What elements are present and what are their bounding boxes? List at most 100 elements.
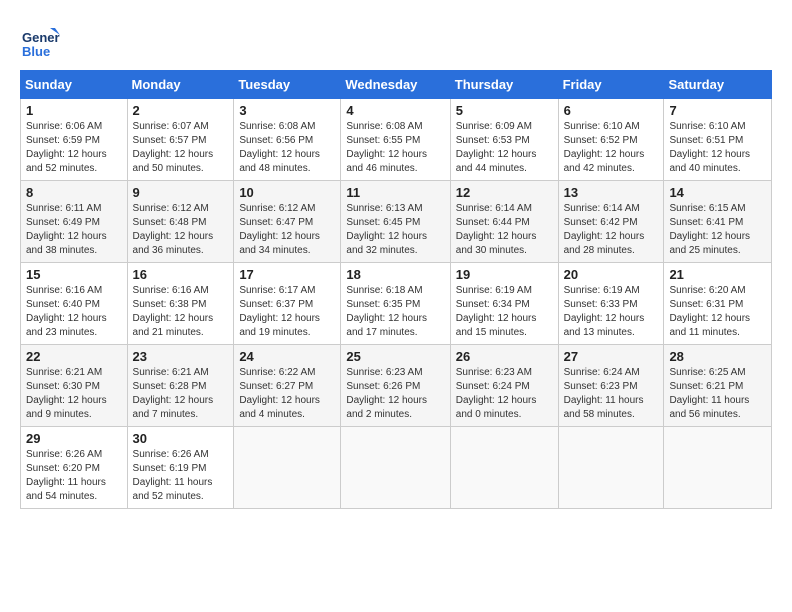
day-detail: Sunrise: 6:23 AMSunset: 6:24 PMDaylight:… <box>456 366 553 422</box>
calendar-cell: 26 Sunrise: 6:23 AMSunset: 6:24 PMDayligh… <box>450 345 558 427</box>
day-detail: Sunrise: 6:08 AMSunset: 6:55 PMDaylight:… <box>346 120 444 176</box>
calendar-cell: 20 Sunrise: 6:19 AMSunset: 6:33 PMDayligh… <box>558 263 664 345</box>
svg-text:Blue: Blue <box>22 44 50 59</box>
calendar-cell: 5 Sunrise: 6:09 AMSunset: 6:53 PMDaylight… <box>450 99 558 181</box>
day-number: 2 <box>133 103 229 118</box>
calendar-cell: 10Sunrise: 6:12 AMSunset: 6:47 PMDayligh… <box>234 181 341 263</box>
day-detail: Sunrise: 6:14 AMSunset: 6:44 PMDaylight:… <box>456 202 553 258</box>
day-detail: Sunrise: 6:25 AMSunset: 6:21 PMDaylight:… <box>669 366 766 422</box>
day-number: 8 <box>26 185 122 200</box>
day-detail: Sunrise: 6:26 AMSunset: 6:19 PMDaylight:… <box>133 448 229 504</box>
calendar-cell: 1 Sunrise: 6:06 AMSunset: 6:59 PMDaylight… <box>21 99 128 181</box>
calendar-cell: 4 Sunrise: 6:08 AMSunset: 6:55 PMDaylight… <box>341 99 450 181</box>
column-header-wednesday: Wednesday <box>341 71 450 99</box>
day-detail: Sunrise: 6:21 AMSunset: 6:28 PMDaylight:… <box>133 366 229 422</box>
column-header-saturday: Saturday <box>664 71 772 99</box>
logo: General Blue <box>20 20 64 60</box>
day-detail: Sunrise: 6:14 AMSunset: 6:42 PMDaylight:… <box>564 202 659 258</box>
calendar-cell: 15 Sunrise: 6:16 AMSunset: 6:40 PMDayligh… <box>21 263 128 345</box>
day-number: 18 <box>346 267 444 282</box>
day-detail: Sunrise: 6:16 AMSunset: 6:38 PMDaylight:… <box>133 284 229 340</box>
day-number: 12 <box>456 185 553 200</box>
day-number: 19 <box>456 267 553 282</box>
calendar-cell: 17 Sunrise: 6:17 AMSunset: 6:37 PMDayligh… <box>234 263 341 345</box>
calendar-table: SundayMondayTuesdayWednesdayThursdayFrid… <box>20 70 772 509</box>
day-detail: Sunrise: 6:18 AMSunset: 6:35 PMDaylight:… <box>346 284 444 340</box>
calendar-cell: 29Sunrise: 6:26 AMSunset: 6:20 PMDayligh… <box>21 427 128 509</box>
day-number: 4 <box>346 103 444 118</box>
day-number: 22 <box>26 349 122 364</box>
calendar-week-2: 8 Sunrise: 6:11 AMSunset: 6:49 PMDaylight… <box>21 181 772 263</box>
day-detail: Sunrise: 6:17 AMSunset: 6:37 PMDaylight:… <box>239 284 335 340</box>
day-detail: Sunrise: 6:10 AMSunset: 6:52 PMDaylight:… <box>564 120 659 176</box>
day-detail: Sunrise: 6:16 AMSunset: 6:40 PMDaylight:… <box>26 284 122 340</box>
calendar-cell: 19 Sunrise: 6:19 AMSunset: 6:34 PMDayligh… <box>450 263 558 345</box>
day-detail: Sunrise: 6:21 AMSunset: 6:30 PMDaylight:… <box>26 366 122 422</box>
day-detail: Sunrise: 6:15 AMSunset: 6:41 PMDaylight:… <box>669 202 766 258</box>
day-number: 11 <box>346 185 444 200</box>
logo-icon: General Blue <box>20 20 60 60</box>
page-header: General Blue <box>20 20 772 60</box>
day-detail: Sunrise: 6:19 AMSunset: 6:33 PMDaylight:… <box>564 284 659 340</box>
calendar-cell <box>664 427 772 509</box>
calendar-cell: 24Sunrise: 6:22 AMSunset: 6:27 PMDayligh… <box>234 345 341 427</box>
day-number: 5 <box>456 103 553 118</box>
day-number: 17 <box>239 267 335 282</box>
calendar-week-5: 29Sunrise: 6:26 AMSunset: 6:20 PMDayligh… <box>21 427 772 509</box>
day-detail: Sunrise: 6:11 AMSunset: 6:49 PMDaylight:… <box>26 202 122 258</box>
day-number: 6 <box>564 103 659 118</box>
day-detail: Sunrise: 6:12 AMSunset: 6:47 PMDaylight:… <box>239 202 335 258</box>
calendar-cell: 22 Sunrise: 6:21 AMSunset: 6:30 PMDayligh… <box>21 345 128 427</box>
day-number: 28 <box>669 349 766 364</box>
calendar-cell: 21Sunrise: 6:20 AMSunset: 6:31 PMDayligh… <box>664 263 772 345</box>
day-detail: Sunrise: 6:20 AMSunset: 6:31 PMDaylight:… <box>669 284 766 340</box>
day-detail: Sunrise: 6:22 AMSunset: 6:27 PMDaylight:… <box>239 366 335 422</box>
calendar-cell: 27 Sunrise: 6:24 AMSunset: 6:23 PMDayligh… <box>558 345 664 427</box>
day-number: 9 <box>133 185 229 200</box>
day-detail: Sunrise: 6:06 AMSunset: 6:59 PMDaylight:… <box>26 120 122 176</box>
day-number: 25 <box>346 349 444 364</box>
day-detail: Sunrise: 6:09 AMSunset: 6:53 PMDaylight:… <box>456 120 553 176</box>
calendar-cell: 30 Sunrise: 6:26 AMSunset: 6:19 PMDayligh… <box>127 427 234 509</box>
calendar-cell: 3 Sunrise: 6:08 AMSunset: 6:56 PMDaylight… <box>234 99 341 181</box>
calendar-cell: 9 Sunrise: 6:12 AMSunset: 6:48 PMDaylight… <box>127 181 234 263</box>
calendar-cell: 12 Sunrise: 6:14 AMSunset: 6:44 PMDayligh… <box>450 181 558 263</box>
day-number: 3 <box>239 103 335 118</box>
day-number: 15 <box>26 267 122 282</box>
calendar-cell <box>558 427 664 509</box>
day-number: 20 <box>564 267 659 282</box>
calendar-cell: 18 Sunrise: 6:18 AMSunset: 6:35 PMDayligh… <box>341 263 450 345</box>
calendar-cell: 28 Sunrise: 6:25 AMSunset: 6:21 PMDayligh… <box>664 345 772 427</box>
column-header-sunday: Sunday <box>21 71 128 99</box>
calendar-cell: 6 Sunrise: 6:10 AMSunset: 6:52 PMDaylight… <box>558 99 664 181</box>
calendar-cell: 7Sunrise: 6:10 AMSunset: 6:51 PMDaylight… <box>664 99 772 181</box>
day-number: 7 <box>669 103 766 118</box>
day-detail: Sunrise: 6:08 AMSunset: 6:56 PMDaylight:… <box>239 120 335 176</box>
day-detail: Sunrise: 6:13 AMSunset: 6:45 PMDaylight:… <box>346 202 444 258</box>
calendar-cell: 25Sunrise: 6:23 AMSunset: 6:26 PMDayligh… <box>341 345 450 427</box>
day-number: 26 <box>456 349 553 364</box>
day-number: 27 <box>564 349 659 364</box>
day-detail: Sunrise: 6:19 AMSunset: 6:34 PMDaylight:… <box>456 284 553 340</box>
day-number: 16 <box>133 267 229 282</box>
calendar-cell <box>234 427 341 509</box>
calendar-week-4: 22 Sunrise: 6:21 AMSunset: 6:30 PMDayligh… <box>21 345 772 427</box>
day-number: 13 <box>564 185 659 200</box>
calendar-header-row: SundayMondayTuesdayWednesdayThursdayFrid… <box>21 71 772 99</box>
calendar-week-1: 1 Sunrise: 6:06 AMSunset: 6:59 PMDaylight… <box>21 99 772 181</box>
calendar-cell: 2 Sunrise: 6:07 AMSunset: 6:57 PMDaylight… <box>127 99 234 181</box>
calendar-cell: 14Sunrise: 6:15 AMSunset: 6:41 PMDayligh… <box>664 181 772 263</box>
day-detail: Sunrise: 6:12 AMSunset: 6:48 PMDaylight:… <box>133 202 229 258</box>
day-number: 30 <box>133 431 229 446</box>
day-number: 1 <box>26 103 122 118</box>
svg-text:General: General <box>22 30 60 45</box>
column-header-monday: Monday <box>127 71 234 99</box>
column-header-friday: Friday <box>558 71 664 99</box>
calendar-cell: 13 Sunrise: 6:14 AMSunset: 6:42 PMDayligh… <box>558 181 664 263</box>
calendar-cell <box>450 427 558 509</box>
calendar-week-3: 15 Sunrise: 6:16 AMSunset: 6:40 PMDayligh… <box>21 263 772 345</box>
day-detail: Sunrise: 6:24 AMSunset: 6:23 PMDaylight:… <box>564 366 659 422</box>
day-detail: Sunrise: 6:07 AMSunset: 6:57 PMDaylight:… <box>133 120 229 176</box>
column-header-thursday: Thursday <box>450 71 558 99</box>
column-header-tuesday: Tuesday <box>234 71 341 99</box>
